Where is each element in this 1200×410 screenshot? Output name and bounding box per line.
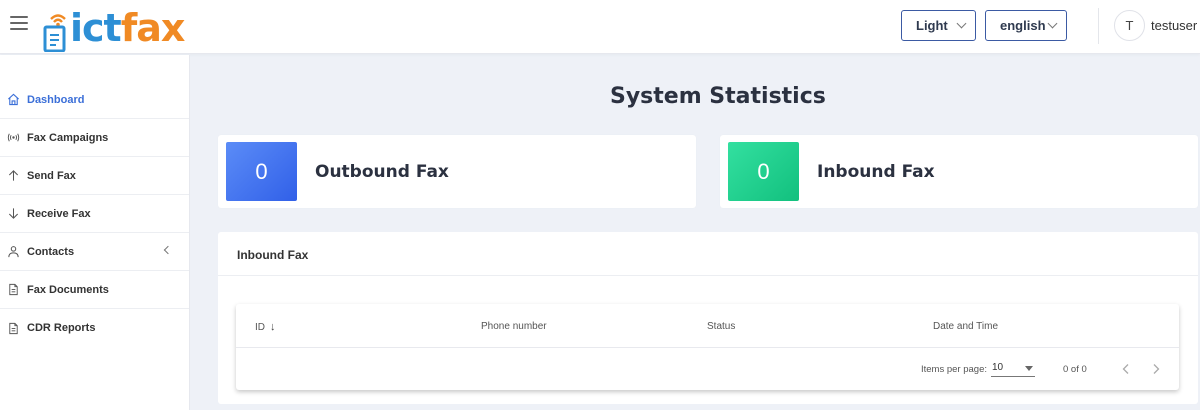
panel-title: Inbound Fax <box>237 248 309 262</box>
inbound-fax-panel: Inbound Fax ID ↓ Phone number Status Dat… <box>218 232 1198 404</box>
user-initial: T <box>1125 18 1134 33</box>
column-header-phone-number[interactable]: Phone number <box>481 321 547 332</box>
theme-select[interactable]: Light <box>901 10 976 41</box>
sidebar-item-cdr-reports[interactable]: CDR Reports <box>0 309 189 347</box>
sort-arrow-down-icon: ↓ <box>270 321 276 333</box>
page-range-label: 0 of 0 <box>1063 364 1087 375</box>
sidebar-nav: Dashboard Fax Campaigns Send Fax Receive… <box>0 55 190 410</box>
sidebar-item-label: Dashboard <box>27 93 85 106</box>
panel-header: Inbound Fax <box>218 232 1198 276</box>
inbound-fax-label: Inbound Fax <box>817 162 935 182</box>
arrow-down-icon <box>6 207 20 221</box>
page-size-select[interactable]: 10 <box>991 361 1035 377</box>
sidebar-item-fax-campaigns[interactable]: Fax Campaigns <box>0 119 189 157</box>
outbound-fax-card: 0 Outbound Fax <box>218 135 696 208</box>
sidebar-item-label: Send Fax <box>27 169 76 182</box>
sidebar-item-label: Receive Fax <box>27 207 91 220</box>
dropdown-arrow-icon <box>1025 366 1033 371</box>
column-header-date-and-time[interactable]: Date and Time <box>933 321 998 332</box>
language-select-value: english <box>1000 18 1046 33</box>
chevron-right-icon <box>1153 364 1160 374</box>
inbound-fax-card: 0 Inbound Fax <box>720 135 1198 208</box>
chevron-down-icon <box>1047 18 1058 29</box>
column-header-id[interactable]: ID ↓ <box>255 321 276 333</box>
header-divider <box>1098 8 1099 44</box>
theme-select-value: Light <box>916 18 948 33</box>
ictfax-logo[interactable]: ictfax <box>42 4 185 53</box>
arrow-up-icon <box>6 169 20 183</box>
sidebar-item-label: Fax Campaigns <box>27 131 109 144</box>
user-name[interactable]: testuser <box>1151 18 1197 33</box>
table-paginator: Items per page: 10 0 of 0 <box>236 349 1179 390</box>
column-header-status[interactable]: Status <box>707 321 735 332</box>
sidebar-item-contacts[interactable]: Contacts <box>0 233 189 271</box>
logo-wordmark: ictfax <box>70 6 185 50</box>
person-icon <box>6 245 20 259</box>
chevron-down-icon <box>956 18 967 29</box>
document-icon <box>6 283 20 297</box>
sidebar-item-dashboard[interactable]: Dashboard <box>0 81 189 119</box>
outbound-fax-count: 0 <box>226 142 297 201</box>
sidebar-item-send-fax[interactable]: Send Fax <box>0 157 189 195</box>
items-per-page-label: Items per page: <box>921 364 988 375</box>
sidebar-item-fax-documents[interactable]: Fax Documents <box>0 271 189 309</box>
document-icon <box>6 321 20 335</box>
hamburger-menu-icon[interactable] <box>10 16 28 32</box>
chevron-left-icon <box>1122 364 1129 374</box>
sidebar-item-label: Contacts <box>27 245 75 258</box>
sidebar-item-label: Fax Documents <box>27 283 109 296</box>
chevron-left-icon[interactable] <box>163 245 173 255</box>
language-select[interactable]: english <box>985 10 1067 41</box>
broadcast-icon <box>6 131 20 145</box>
column-header-label: ID <box>255 321 265 333</box>
sidebar-item-receive-fax[interactable]: Receive Fax <box>0 195 189 233</box>
table-header-row: ID ↓ Phone number Status Date and Time <box>236 304 1179 348</box>
next-page-button[interactable] <box>1148 360 1164 378</box>
sidebar-item-label: CDR Reports <box>27 322 96 334</box>
inbound-fax-count: 0 <box>728 142 799 201</box>
inbound-fax-table: ID ↓ Phone number Status Date and Time I… <box>236 304 1179 390</box>
previous-page-button[interactable] <box>1118 360 1134 378</box>
fax-document-logo-icon <box>42 10 68 53</box>
top-header: ictfax Light english T testuser <box>0 0 1200 54</box>
outbound-fax-label: Outbound Fax <box>315 162 449 182</box>
home-icon <box>6 93 20 107</box>
user-avatar[interactable]: T <box>1114 10 1145 41</box>
page-title: System Statistics <box>610 84 826 109</box>
page-size-value: 10 <box>992 362 1004 373</box>
